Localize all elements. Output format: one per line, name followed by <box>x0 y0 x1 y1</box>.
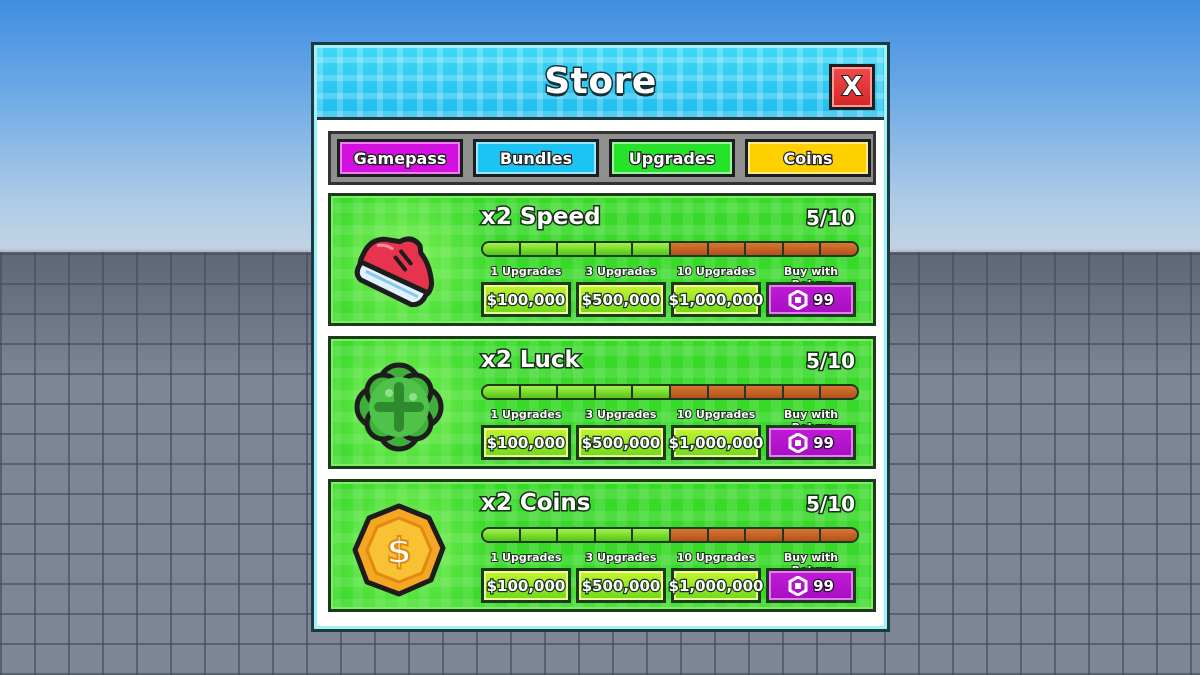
option-label: 10 Upgrades <box>676 407 757 422</box>
progress-segment <box>483 243 521 255</box>
progress-segment <box>746 243 784 255</box>
option-label: 3 Upgrades <box>585 407 658 422</box>
progress-segment <box>708 529 747 541</box>
coin-icon: $ <box>352 503 446 597</box>
progress-segment <box>670 386 709 398</box>
buy-10-upgrades-button[interactable]: $1,000,000 <box>667 282 765 317</box>
svg-text:$: $ <box>386 531 411 572</box>
store-header: Store X <box>317 48 884 120</box>
option-label: 1 Upgrades <box>490 550 563 565</box>
progress-segment <box>633 529 671 541</box>
progress-segment <box>708 243 747 255</box>
progress-segment <box>821 386 857 398</box>
progress-segment <box>783 386 822 398</box>
progress-segment <box>708 386 747 398</box>
progress-segment <box>633 386 671 398</box>
progress-segment <box>670 243 709 255</box>
progress-segment <box>558 529 596 541</box>
buy-with-robux-button[interactable]: 99 <box>766 282 856 317</box>
close-button[interactable]: X <box>829 64 875 110</box>
robux-price: 99 <box>812 432 835 452</box>
buy-10-upgrades-button[interactable]: $1,000,000 <box>667 425 765 460</box>
buy-1-upgrade-button[interactable]: $100,000 <box>481 282 571 317</box>
close-button-label: X <box>841 71 863 103</box>
item-name: x2 Speed <box>480 203 603 232</box>
robux-icon <box>788 575 808 596</box>
tab-bundles[interactable]: Bundles <box>473 139 599 177</box>
buy-3-upgrades-button[interactable]: $500,000 <box>576 425 666 460</box>
clover-icon <box>354 362 444 452</box>
progress-segment <box>595 386 634 398</box>
buy-3-upgrades-button[interactable]: $500,000 <box>576 568 666 603</box>
robux-icon <box>788 432 808 453</box>
option-label: 10 Upgrades <box>676 264 757 279</box>
progress-segment <box>520 529 559 541</box>
progress-segment <box>483 386 521 398</box>
tab-coins[interactable]: Coins <box>745 139 871 177</box>
upgrade-card-luck: x2 Luck 5/10 1 Upgrades 3 Upgrades 10 Up… <box>328 336 876 469</box>
tab-gamepass[interactable]: Gamepass <box>337 139 463 177</box>
upgrade-progress-bar <box>481 527 859 543</box>
item-name: x2 Coins <box>479 489 591 518</box>
progress-segment <box>821 529 857 541</box>
store-window: Store X Gamepass Bundles Upgrades Coins … <box>311 42 890 632</box>
progress-segment <box>783 529 822 541</box>
option-label: 1 Upgrades <box>490 264 563 279</box>
item-name: x2 Luck <box>480 346 582 375</box>
progress-segment <box>633 243 671 255</box>
item-level: 5/10 <box>804 491 856 518</box>
progress-segment <box>558 243 596 255</box>
progress-segment <box>783 243 822 255</box>
tab-bar: Gamepass Bundles Upgrades Coins <box>328 131 876 185</box>
progress-segment <box>483 529 521 541</box>
progress-segment <box>558 386 596 398</box>
robux-icon <box>788 289 808 310</box>
option-label: 10 Upgrades <box>676 550 757 565</box>
buy-with-robux-button[interactable]: 99 <box>766 425 856 460</box>
store-title: Store <box>543 60 658 104</box>
progress-segment <box>746 386 784 398</box>
progress-segment <box>670 529 709 541</box>
progress-segment <box>595 529 634 541</box>
option-label: 3 Upgrades <box>585 550 658 565</box>
buy-with-robux-button[interactable]: 99 <box>766 568 856 603</box>
upgrade-progress-bar <box>481 241 859 257</box>
upgrade-card-coins: $ x2 Coins 5/10 1 Upgrades 3 Upgrades 10… <box>328 479 876 612</box>
shoe-icon <box>354 236 435 308</box>
progress-segment <box>595 243 634 255</box>
item-level: 5/10 <box>804 205 856 232</box>
buy-10-upgrades-button[interactable]: $1,000,000 <box>667 568 765 603</box>
robux-price: 99 <box>812 289 835 309</box>
progress-segment <box>520 386 559 398</box>
robux-price: 99 <box>812 575 835 595</box>
progress-segment <box>821 243 857 255</box>
option-label: 1 Upgrades <box>490 407 563 422</box>
buy-1-upgrade-button[interactable]: $100,000 <box>481 425 571 460</box>
upgrade-card-speed: x2 Speed 5/10 1 Upgrades 3 Upgrades 10 U… <box>328 193 876 326</box>
tab-upgrades[interactable]: Upgrades <box>609 139 735 177</box>
item-level: 5/10 <box>804 348 856 375</box>
progress-segment <box>746 529 784 541</box>
option-label: 3 Upgrades <box>585 264 658 279</box>
progress-segment <box>520 243 559 255</box>
buy-1-upgrade-button[interactable]: $100,000 <box>481 568 571 603</box>
upgrade-progress-bar <box>481 384 859 400</box>
buy-3-upgrades-button[interactable]: $500,000 <box>576 282 666 317</box>
